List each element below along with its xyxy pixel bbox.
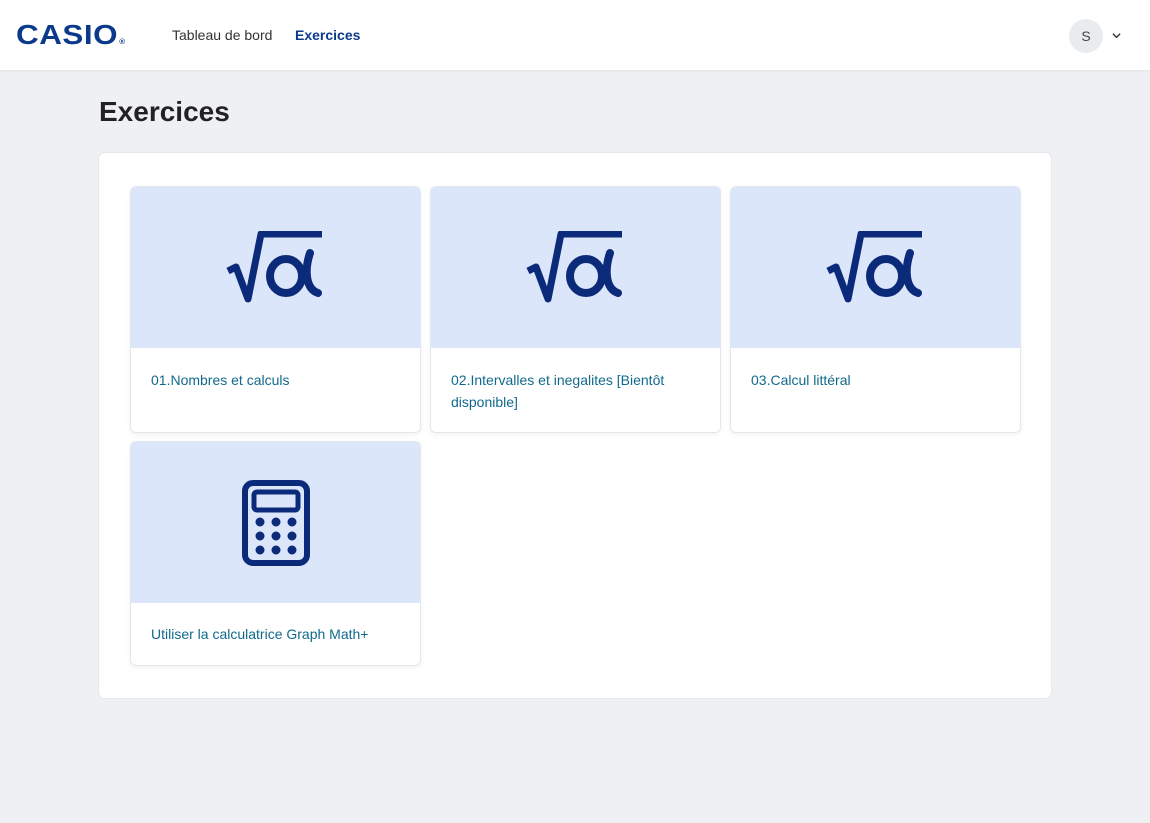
logo-registered-mark: ®: [119, 39, 126, 46]
user-avatar[interactable]: S: [1069, 19, 1103, 53]
card-title[interactable]: 01.Nombres et calculs: [131, 348, 420, 391]
card-title[interactable]: 03.Calcul littéral: [731, 348, 1020, 391]
course-card-intervalles-inegalites[interactable]: 02.Intervalles et inegalites [Bientôt di…: [430, 186, 721, 433]
chevron-down-icon[interactable]: [1111, 30, 1122, 41]
top-navbar: CASIO® Tableau de bord Exercices S: [0, 0, 1150, 70]
casio-logo[interactable]: CASIO®: [16, 19, 126, 56]
course-card-nombres-calculs[interactable]: 01.Nombres et calculs: [130, 186, 421, 433]
card-image: [131, 442, 420, 603]
calculator-icon: [241, 479, 310, 566]
card-title[interactable]: 02.Intervalles et inegalites [Bientôt di…: [431, 348, 720, 413]
logo-text: CASIO: [16, 19, 119, 50]
page-title: Exercices: [99, 96, 230, 127]
sqrt-alpha-icon: [525, 230, 622, 302]
card-title[interactable]: Utiliser la calculatrice Graph Math+: [131, 603, 420, 645]
nav-link-dashboard[interactable]: Tableau de bord: [172, 26, 272, 44]
sqrt-alpha-icon: [825, 230, 922, 302]
nav-link-exercises[interactable]: Exercices: [295, 26, 360, 44]
card-image: [731, 187, 1020, 348]
card-image: [431, 187, 720, 348]
course-card-calculatrice[interactable]: Utiliser la calculatrice Graph Math+: [130, 441, 421, 666]
card-image: [131, 187, 420, 348]
course-card-calcul-litteral[interactable]: 03.Calcul littéral: [730, 186, 1021, 433]
sqrt-alpha-icon: [225, 230, 322, 302]
